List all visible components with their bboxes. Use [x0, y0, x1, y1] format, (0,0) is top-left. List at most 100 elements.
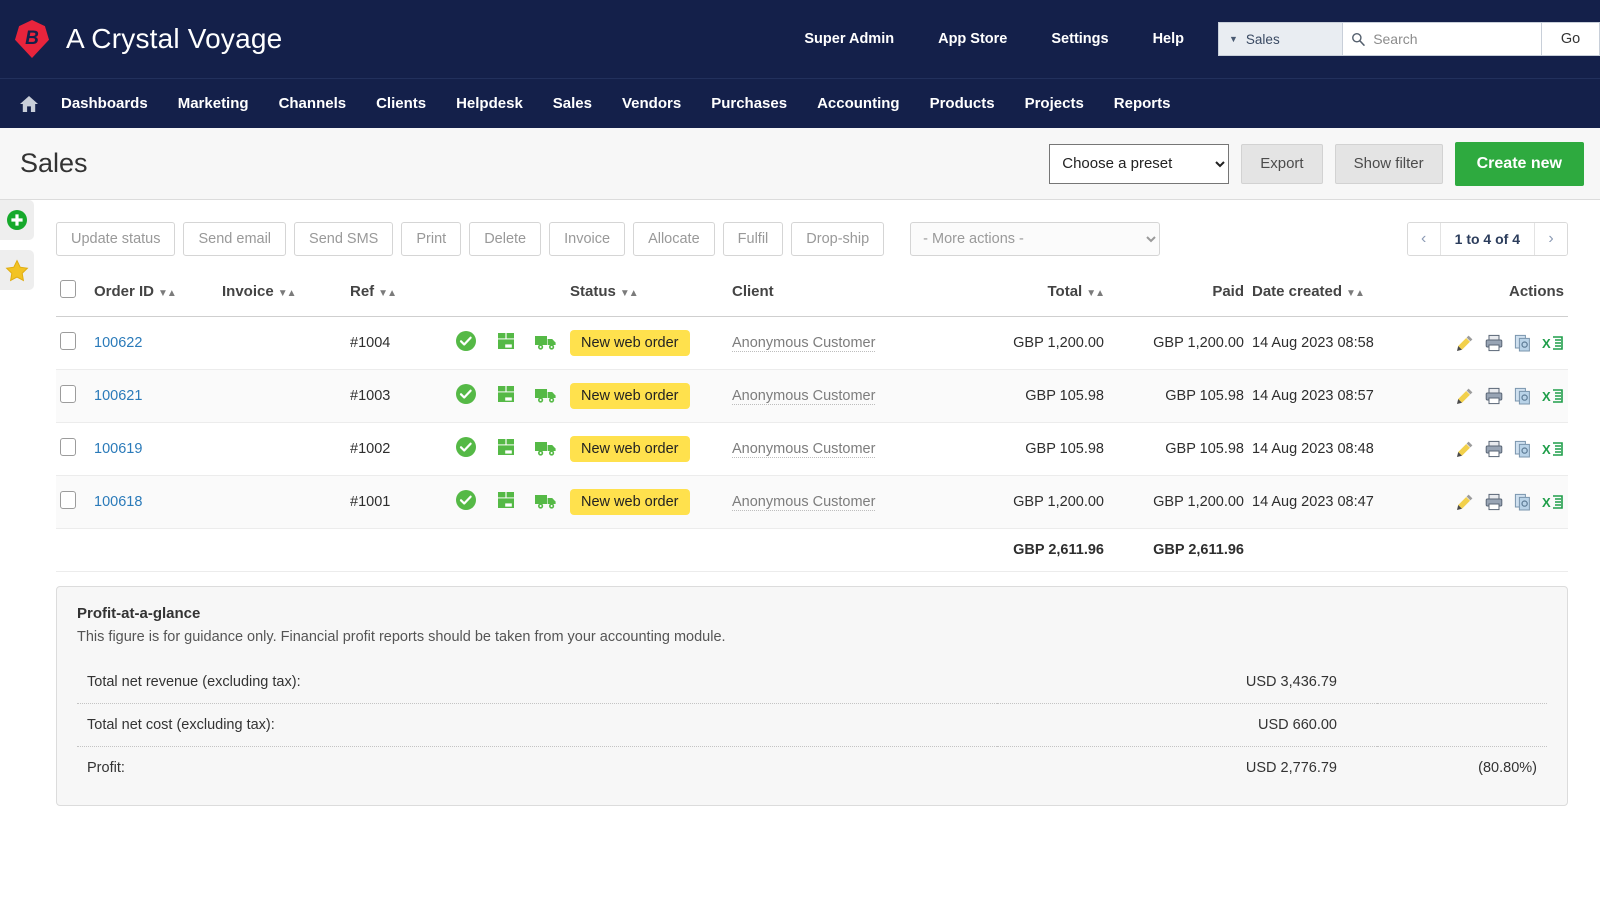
- sort-arrows-icon[interactable]: ▼▲: [158, 288, 176, 299]
- nav-item-accounting[interactable]: Accounting: [802, 95, 915, 112]
- header-status[interactable]: Status▼▲: [566, 270, 728, 317]
- search-context-value: Sales: [1246, 32, 1280, 47]
- order-id-link[interactable]: 100622: [94, 335, 142, 351]
- export-button[interactable]: Export: [1241, 144, 1322, 184]
- nav-item-marketing[interactable]: Marketing: [163, 95, 264, 112]
- select-all-checkbox[interactable]: [60, 280, 76, 298]
- row-total-cell: GBP 1,200.00: [958, 317, 1108, 370]
- client-link[interactable]: Anonymous Customer: [732, 441, 875, 458]
- brand[interactable]: B A Crystal Voyage: [0, 19, 282, 59]
- print-icon[interactable]: [1484, 439, 1504, 459]
- row-paid-cell: GBP 105.98: [1108, 370, 1248, 423]
- print-icon[interactable]: [1484, 386, 1504, 406]
- row-total-cell: GBP 1,200.00: [958, 476, 1108, 529]
- edit-pencil-icon[interactable]: [1455, 386, 1475, 406]
- export-excel-icon[interactable]: X: [1542, 492, 1564, 512]
- chevron-down-icon: ▼: [1229, 34, 1238, 44]
- add-shortcut-button[interactable]: [0, 200, 34, 240]
- client-link[interactable]: Anonymous Customer: [732, 388, 875, 405]
- favourites-button[interactable]: [0, 250, 34, 290]
- preset-select[interactable]: Choose a preset: [1049, 144, 1229, 184]
- top-link-app-store[interactable]: App Store: [916, 31, 1029, 47]
- drop-ship-button[interactable]: Drop-ship: [791, 222, 884, 256]
- export-excel-icon[interactable]: X: [1542, 386, 1564, 406]
- delivery-truck-icon: [534, 383, 558, 405]
- totals-spacer: [56, 529, 958, 572]
- home-icon[interactable]: [12, 94, 46, 114]
- table-totals-row: GBP 2,611.96 GBP 2,611.96: [56, 529, 1568, 572]
- search-context-dropdown[interactable]: ▼ Sales: [1218, 22, 1342, 56]
- row-total-cell: GBP 105.98: [958, 370, 1108, 423]
- order-id-link[interactable]: 100618: [94, 494, 142, 510]
- brand-title: A Crystal Voyage: [66, 23, 282, 55]
- edit-pencil-icon[interactable]: [1455, 439, 1475, 459]
- update-status-button[interactable]: Update status: [56, 222, 175, 256]
- sort-arrows-icon[interactable]: ▼▲: [620, 288, 638, 299]
- nav-item-channels[interactable]: Channels: [264, 95, 362, 112]
- row-checkbox[interactable]: [60, 332, 76, 350]
- show-filter-button[interactable]: Show filter: [1335, 144, 1443, 184]
- print-button[interactable]: Print: [401, 222, 461, 256]
- export-excel-icon[interactable]: X: [1542, 333, 1564, 353]
- row-checkbox[interactable]: [60, 491, 76, 509]
- export-excel-icon[interactable]: X: [1542, 439, 1564, 459]
- nav-item-vendors[interactable]: Vendors: [607, 95, 696, 112]
- duplicate-icon[interactable]: [1513, 492, 1533, 512]
- delete-button[interactable]: Delete: [469, 222, 541, 256]
- nav-item-sales[interactable]: Sales: [538, 95, 607, 112]
- nav-item-clients[interactable]: Clients: [361, 95, 441, 112]
- search-go-button[interactable]: Go: [1542, 22, 1600, 56]
- print-icon[interactable]: [1484, 333, 1504, 353]
- edit-pencil-icon[interactable]: [1455, 333, 1475, 353]
- nav-item-reports[interactable]: Reports: [1099, 95, 1186, 112]
- search-input[interactable]: [1371, 30, 1533, 48]
- header-order-id-label: Order ID: [94, 283, 154, 300]
- top-link-super-admin[interactable]: Super Admin: [782, 31, 916, 47]
- sort-arrows-icon[interactable]: ▼▲: [1086, 288, 1104, 299]
- header-ref[interactable]: Ref ▼▲: [346, 270, 446, 317]
- order-id-link[interactable]: 100621: [94, 388, 142, 404]
- row-checkbox[interactable]: [60, 385, 76, 403]
- sort-arrows-icon[interactable]: ▼▲: [278, 288, 296, 299]
- nav-item-products[interactable]: Products: [915, 95, 1010, 112]
- client-link[interactable]: Anonymous Customer: [732, 494, 875, 511]
- duplicate-icon[interactable]: [1513, 386, 1533, 406]
- nav-item-dashboards[interactable]: Dashboards: [46, 95, 163, 112]
- fulfil-button[interactable]: Fulfil: [723, 222, 784, 256]
- nav-item-purchases[interactable]: Purchases: [696, 95, 802, 112]
- header-invoice-label: Invoice: [222, 283, 274, 300]
- sort-arrows-icon[interactable]: ▼▲: [378, 288, 396, 299]
- package-box-icon: [495, 489, 517, 511]
- duplicate-icon[interactable]: [1513, 333, 1533, 353]
- top-link-settings[interactable]: Settings: [1029, 31, 1130, 47]
- row-shipping-status-cell: [526, 423, 566, 476]
- allocate-button[interactable]: Allocate: [633, 222, 715, 256]
- pagination-prev-button[interactable]: ‹: [1408, 223, 1440, 255]
- send-email-button[interactable]: Send email: [183, 222, 286, 256]
- row-select-cell: [56, 476, 90, 529]
- header-date-created[interactable]: Date created▼▲: [1248, 270, 1448, 317]
- header-total[interactable]: Total▼▲: [958, 270, 1108, 317]
- row-client-cell: Anonymous Customer: [728, 476, 958, 529]
- top-link-help[interactable]: Help: [1131, 31, 1206, 47]
- duplicate-icon[interactable]: [1513, 439, 1533, 459]
- more-actions-select[interactable]: - More actions -: [910, 222, 1160, 256]
- package-box-icon: [495, 330, 517, 352]
- header-order-id[interactable]: Order ID ▼▲: [90, 270, 218, 317]
- nav-item-helpdesk[interactable]: Helpdesk: [441, 95, 538, 112]
- edit-pencil-icon[interactable]: [1455, 492, 1475, 512]
- row-checkbox[interactable]: [60, 438, 76, 456]
- row-total-cell: GBP 105.98: [958, 423, 1108, 476]
- print-icon[interactable]: [1484, 492, 1504, 512]
- create-new-button[interactable]: Create new: [1455, 142, 1584, 186]
- client-link[interactable]: Anonymous Customer: [732, 335, 875, 352]
- send-sms-button[interactable]: Send SMS: [294, 222, 393, 256]
- invoice-button[interactable]: Invoice: [549, 222, 625, 256]
- search-box[interactable]: [1342, 22, 1542, 56]
- nav-item-projects[interactable]: Projects: [1010, 95, 1099, 112]
- header-ref-label: Ref: [350, 283, 374, 300]
- sort-arrows-icon[interactable]: ▼▲: [1346, 288, 1364, 299]
- pagination-next-button[interactable]: ›: [1535, 223, 1567, 255]
- header-invoice[interactable]: Invoice ▼▲: [218, 270, 346, 317]
- order-id-link[interactable]: 100619: [94, 441, 142, 457]
